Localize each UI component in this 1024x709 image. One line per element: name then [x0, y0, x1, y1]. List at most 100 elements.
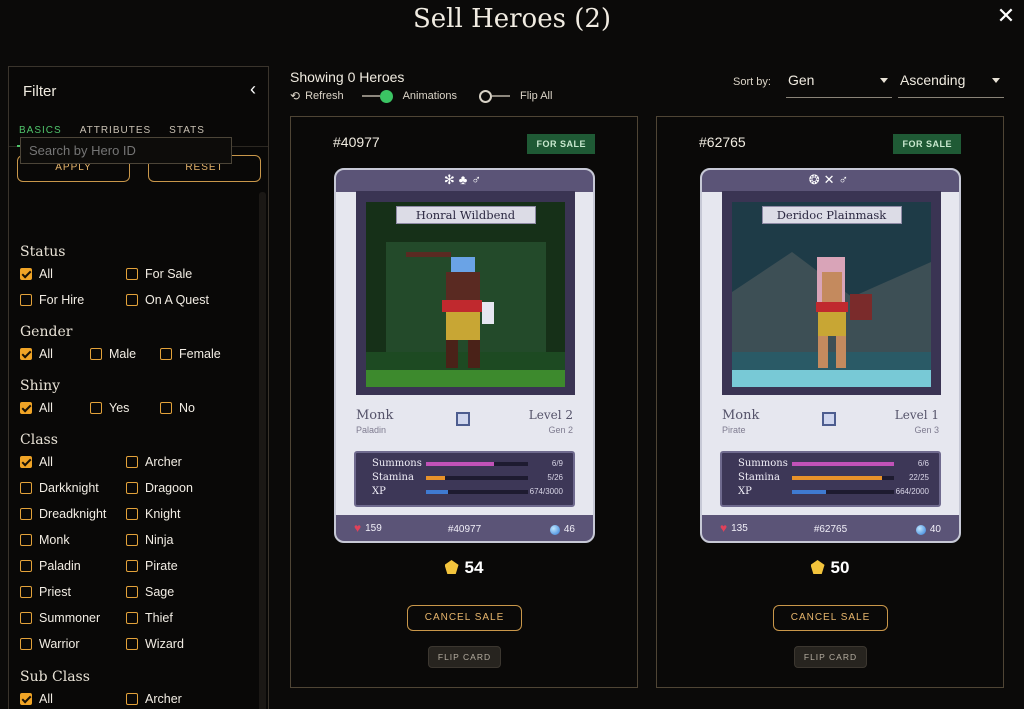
- hero-portrait: Honral Wildbend: [366, 202, 565, 387]
- status-badge: FOR SALE: [893, 134, 961, 154]
- class-archer-checkbox[interactable]: Archer: [126, 454, 232, 469]
- hero-stats: Summons 6/6 Stamina 22/25 XP 664/2000: [720, 451, 941, 507]
- hero-gen: Gen 3: [914, 425, 939, 435]
- class-dragoon-checkbox[interactable]: Dragoon: [126, 480, 232, 495]
- shiny-no-checkbox[interactable]: No: [160, 400, 230, 415]
- mana-orb-icon: [915, 524, 926, 535]
- class-ninja-checkbox[interactable]: Ninja: [126, 532, 232, 547]
- class-thief-checkbox[interactable]: Thief: [126, 610, 232, 625]
- hero-id-search-input[interactable]: [20, 137, 232, 164]
- class-dreadknight-checkbox[interactable]: Dreadknight: [20, 506, 126, 521]
- class-knight-checkbox[interactable]: Knight: [126, 506, 232, 521]
- cancel-sale-button[interactable]: CANCEL SALE: [773, 605, 888, 631]
- xp-bar: [792, 490, 826, 494]
- class-heading: Class: [20, 432, 58, 448]
- subclass-archer-checkbox[interactable]: Archer: [126, 691, 232, 706]
- flip-all-label: Flip All: [520, 90, 553, 102]
- subclass-filter: Sub Class All Archer: [20, 669, 240, 706]
- status-for-sale-checkbox[interactable]: For Sale: [126, 266, 232, 281]
- status-all-checkbox[interactable]: All: [20, 266, 126, 281]
- class-icons: ✻♣♂: [443, 172, 486, 187]
- skill-icon: [456, 412, 470, 426]
- hero-card[interactable]: ✻♣♂ Honral Wildbend Monk Paladin Level 2…: [334, 168, 595, 543]
- gender-female-checkbox[interactable]: Female: [160, 346, 230, 361]
- status-on-quest-checkbox[interactable]: On A Quest: [126, 292, 232, 307]
- xp-value: 664/2000: [895, 487, 929, 496]
- shiny-filter: Shiny All Yes No: [20, 378, 240, 415]
- animations-label: Animations: [402, 90, 458, 102]
- summons-bar: [792, 462, 894, 466]
- class-warrior-checkbox[interactable]: Warrior: [20, 636, 126, 651]
- sort-select[interactable]: Gen: [786, 72, 892, 98]
- filter-title: Filter: [23, 83, 57, 100]
- summons-bar: [426, 462, 495, 466]
- shiny-all-checkbox[interactable]: All: [20, 400, 90, 415]
- status-filter: Status All For Sale For Hire On A Quest: [20, 244, 240, 307]
- order-select[interactable]: Ascending: [898, 72, 1004, 98]
- flip-card-button[interactable]: FLIP CARD: [794, 646, 867, 668]
- modal-title: Sell Heroes (2): [412, 4, 612, 34]
- class-all-checkbox[interactable]: All: [20, 454, 126, 469]
- hero-stats: Summons 6/9 Stamina 5/26 XP 674/3000: [354, 451, 575, 507]
- gender-all-checkbox[interactable]: All: [20, 346, 90, 361]
- status-heading: Status: [20, 244, 66, 260]
- sale-price: 54: [291, 558, 637, 578]
- flip-all-toggle[interactable]: [479, 89, 511, 103]
- hero-name: Deridoc Plainmask: [761, 206, 902, 224]
- shiny-yes-checkbox[interactable]: Yes: [90, 400, 160, 415]
- stamina-value: 22/25: [908, 473, 929, 482]
- sale-price: 50: [657, 558, 1003, 578]
- status-for-hire-checkbox[interactable]: For Hire: [20, 292, 126, 307]
- refresh-button[interactable]: ⟲ Refresh: [290, 89, 344, 103]
- hero-class: Monk: [722, 408, 760, 423]
- close-icon[interactable]: ✕: [994, 4, 1018, 28]
- stamina-value: 5/26: [547, 473, 563, 482]
- jewel-icon: [444, 560, 459, 574]
- hero-level: Level 2: [528, 408, 573, 422]
- xp-bar: [426, 490, 449, 494]
- class-summoner-checkbox[interactable]: Summoner: [20, 610, 126, 625]
- sidebar-scrollbar[interactable]: [259, 192, 266, 709]
- class-wizard-checkbox[interactable]: Wizard: [126, 636, 232, 651]
- chevron-down-icon: [992, 78, 1000, 83]
- shiny-heading: Shiny: [20, 378, 61, 394]
- chevron-left-icon[interactable]: ‹: [250, 79, 256, 100]
- showing-count: Showing 0 Heroes: [290, 69, 405, 85]
- stamina-bar: [792, 476, 882, 480]
- hero-card[interactable]: ❂✕♂ Deridoc Plainmask Monk Pirate Level …: [700, 168, 961, 543]
- chevron-down-icon: [880, 78, 888, 83]
- class-darkknight-checkbox[interactable]: Darkknight: [20, 480, 126, 495]
- hero-subclass: Pirate: [722, 425, 746, 435]
- mana-orb-icon: [549, 524, 560, 535]
- skill-icon: [822, 412, 836, 426]
- class-priest-checkbox[interactable]: Priest: [20, 584, 126, 599]
- hero-level: Level 1: [894, 408, 939, 422]
- class-monk-checkbox[interactable]: Monk: [20, 532, 126, 547]
- status-badge: FOR SALE: [527, 134, 595, 154]
- flip-card-button[interactable]: FLIP CARD: [428, 646, 501, 668]
- class-paladin-checkbox[interactable]: Paladin: [20, 558, 126, 573]
- hero-id: #40977: [333, 134, 380, 150]
- hero-panel: #62765 FOR SALE ❂✕♂ Deridoc Plainmask Mo…: [656, 116, 1004, 688]
- class-icons: ❂✕♂: [808, 172, 853, 187]
- filter-header: Filter ‹: [9, 67, 268, 115]
- hero-name: Honral Wildbend: [395, 206, 536, 224]
- subclass-heading: Sub Class: [20, 669, 90, 685]
- sort-label: Sort by:: [733, 76, 771, 88]
- hero-class: Monk: [356, 408, 394, 423]
- class-sage-checkbox[interactable]: Sage: [126, 584, 232, 599]
- refresh-icon: ⟲: [290, 89, 301, 103]
- jewel-icon: [810, 560, 825, 574]
- xp-value: 674/3000: [529, 487, 563, 496]
- subclass-all-checkbox[interactable]: All: [20, 691, 126, 706]
- mp-stat: 46: [549, 524, 575, 535]
- cancel-sale-button[interactable]: CANCEL SALE: [407, 605, 522, 631]
- stamina-bar: [426, 476, 446, 480]
- animations-toggle[interactable]: [361, 89, 393, 103]
- hero-panel: #40977 FOR SALE ✻♣♂ Honral Wildbend Monk…: [290, 116, 638, 688]
- hero-id: #62765: [699, 134, 746, 150]
- summons-value: 6/9: [551, 459, 563, 468]
- class-pirate-checkbox[interactable]: Pirate: [126, 558, 232, 573]
- gender-male-checkbox[interactable]: Male: [90, 346, 160, 361]
- gender-heading: Gender: [20, 324, 73, 340]
